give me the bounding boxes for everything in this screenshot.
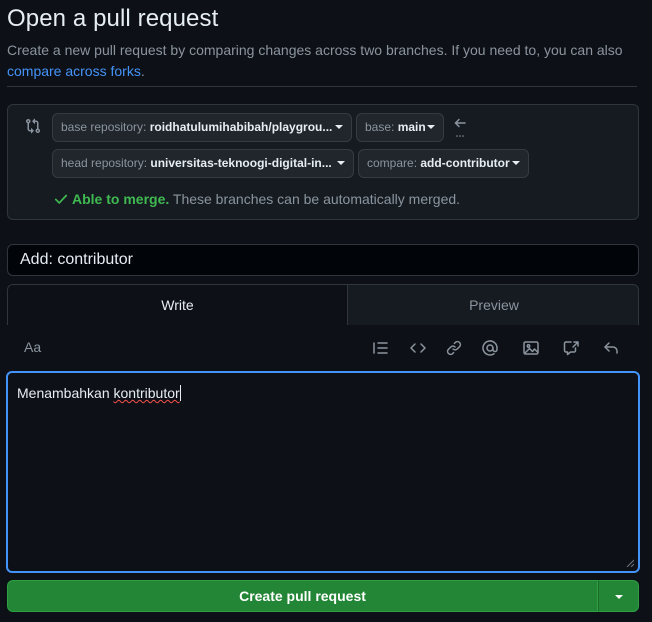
code-icon[interactable] <box>409 339 427 357</box>
text-cursor <box>179 385 181 401</box>
git-compare-icon <box>26 118 41 134</box>
chevron-down-icon <box>615 595 623 599</box>
pr-title-input[interactable] <box>7 244 639 276</box>
create-pull-request-button[interactable]: Create pull request <box>7 580 598 612</box>
body-text: Menambahkan <box>17 385 114 401</box>
chevron-down-icon <box>335 125 343 129</box>
head-repository-value: universitas-teknoogi-digital-in... <box>150 156 332 170</box>
base-repository-label: base repository: <box>61 120 150 134</box>
arrow-left-icon[interactable] <box>453 117 469 139</box>
base-repository-value: roidhatulumihabibah/playgrou... <box>149 120 333 134</box>
chevron-down-icon <box>427 125 435 129</box>
submit-group: Create pull request <box>7 580 639 612</box>
page-title: Open a pull request <box>7 5 219 32</box>
submit-options-dropdown[interactable] <box>598 580 639 612</box>
link-icon[interactable] <box>445 339 463 357</box>
tab-write[interactable]: Write <box>8 285 348 325</box>
merge-ok-text: Able to merge. <box>72 191 170 207</box>
compare-branch-value: add-contributor <box>420 156 510 170</box>
head-repository-select[interactable]: head repository: universitas-teknoogi-di… <box>52 149 354 178</box>
cross-reference-icon[interactable] <box>562 339 580 357</box>
compare-branch-label: compare: <box>367 156 421 170</box>
resize-grip-icon[interactable] <box>626 559 634 567</box>
body-misspelled-word: kontributor <box>113 385 180 401</box>
page-subtitle: Create a new pull request by comparing c… <box>7 40 637 82</box>
merge-status: Able to merge. These branches can be aut… <box>54 191 460 207</box>
chevron-down-icon <box>337 161 345 165</box>
compare-across-forks-link[interactable]: compare across forks <box>7 63 141 79</box>
reply-icon[interactable] <box>602 339 620 357</box>
pr-body-textarea[interactable]: Menambahkan kontributor <box>6 371 640 573</box>
base-repository-select[interactable]: base repository: roidhatulumihabibah/pla… <box>52 113 352 142</box>
header-divider <box>7 86 637 87</box>
chevron-down-icon <box>512 161 520 165</box>
compare-branch-select[interactable]: compare: add-contributor <box>358 149 529 178</box>
check-icon <box>54 194 68 204</box>
image-icon[interactable] <box>522 339 540 357</box>
editor-tabs: Write Preview <box>7 284 639 325</box>
merge-message: These branches can be automatically merg… <box>169 191 461 207</box>
heading-list-icon[interactable] <box>371 339 389 357</box>
base-branch-select[interactable]: base: main <box>356 113 444 142</box>
markdown-toolbar: Aa <box>7 325 639 371</box>
mention-icon[interactable] <box>481 339 499 357</box>
subtitle-text: Create a new pull request by comparing c… <box>7 42 623 58</box>
text-style-button[interactable]: Aa <box>24 339 41 355</box>
head-repository-label: head repository: <box>61 156 151 170</box>
base-branch-label: base: <box>365 120 398 134</box>
subtitle-end: . <box>140 63 145 79</box>
tab-preview[interactable]: Preview <box>348 285 638 325</box>
range-editor: base repository: roidhatulumihabibah/pla… <box>7 104 639 220</box>
base-branch-value: main <box>397 120 426 134</box>
